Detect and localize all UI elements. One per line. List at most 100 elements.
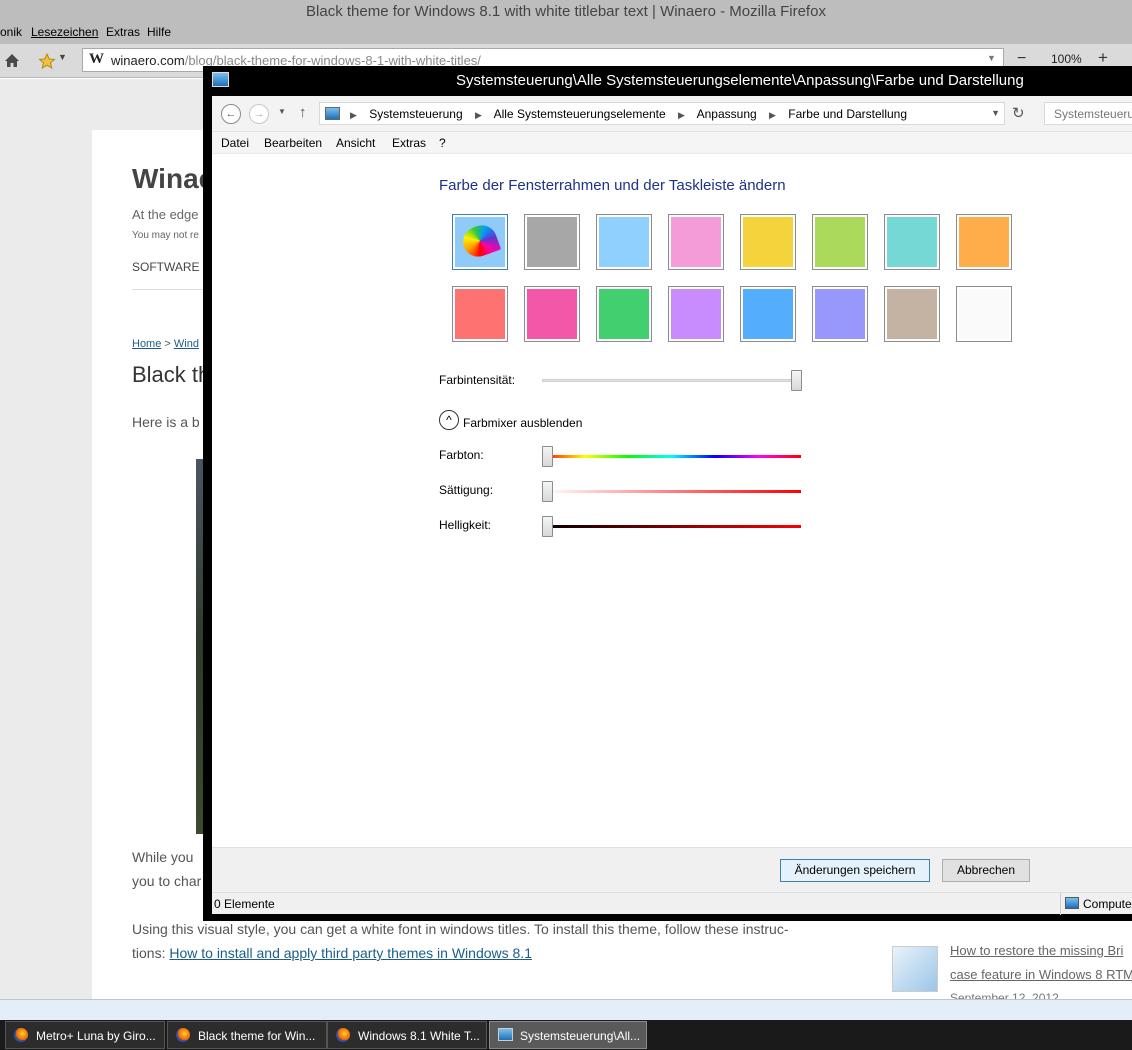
url-dropdown-icon[interactable]: ▼ xyxy=(987,53,996,63)
breadcrumb-arrow-icon[interactable]: ▶ xyxy=(475,110,482,120)
home-icon[interactable] xyxy=(4,53,20,68)
color-fan-icon xyxy=(458,221,502,261)
zoom-in-icon[interactable]: + xyxy=(1098,48,1108,68)
intensity-slider-track[interactable] xyxy=(542,379,800,382)
color-swatch[interactable] xyxy=(596,286,652,342)
color-swatch[interactable] xyxy=(884,214,940,270)
forward-button[interactable]: → xyxy=(249,104,269,124)
swatch-fill xyxy=(455,289,505,339)
breadcrumb-path[interactable]: ▶ Systemsteuerung ▶ Alle Systemsteuerung… xyxy=(319,102,1005,125)
chevron-up-icon[interactable]: ^ xyxy=(439,410,459,430)
taskbar-button-white-theme[interactable]: Windows 8.1 White T... xyxy=(327,1021,487,1049)
saturation-slider-thumb[interactable] xyxy=(542,481,553,502)
breadcrumb-farbe-darstellung[interactable]: Farbe und Darstellung xyxy=(788,107,907,121)
firefox-icon xyxy=(176,1028,190,1042)
button-bar: Änderungen speichern Abbrechen xyxy=(212,847,1132,892)
breadcrumb-arrow-icon[interactable]: ▶ xyxy=(678,110,685,120)
sidebar-link-line2[interactable]: case feature in Windows 8 RTM xyxy=(950,967,1132,982)
window-client-area: ← → ▼ ↑ ▶ Systemsteuerung ▶ Alle Systems… xyxy=(212,96,1132,915)
color-swatch[interactable] xyxy=(884,286,940,342)
menu-datei[interactable]: Datei xyxy=(221,136,249,150)
bookmark-star-icon[interactable] xyxy=(38,53,56,69)
color-swatch[interactable] xyxy=(812,286,868,342)
color-swatch[interactable] xyxy=(740,286,796,342)
color-swatch[interactable] xyxy=(668,286,724,342)
para2-line2: tions: How to install and apply third pa… xyxy=(132,945,532,961)
recent-locations-icon[interactable]: ▼ xyxy=(278,107,286,116)
firefox-icon xyxy=(14,1028,28,1042)
up-arrow-icon[interactable]: ↑ xyxy=(299,104,307,121)
breadcrumb-anpassung[interactable]: Anpassung xyxy=(697,107,757,121)
menu-help[interactable]: ? xyxy=(439,136,446,150)
taskbar-button-black-theme[interactable]: Black theme for Win... xyxy=(167,1021,327,1049)
control-panel-icon xyxy=(212,72,229,87)
breadcrumb-arrow-icon[interactable]: ▶ xyxy=(769,110,776,120)
firefox-window-title: Black theme for Windows 8.1 with white t… xyxy=(306,3,826,20)
item-count: 0 Elemente xyxy=(214,897,275,911)
taskbar-button-metro-luna[interactable]: Metro+ Luna by Giro... xyxy=(5,1021,165,1049)
menu-extras[interactable]: Extras xyxy=(392,136,426,150)
post-title: Black th xyxy=(132,362,211,387)
brightness-slider-track[interactable] xyxy=(542,525,801,528)
window-menubar: Datei Bearbeiten Ansicht Extras ? xyxy=(212,132,1132,154)
swatch-fill xyxy=(671,289,721,339)
saturation-slider-track[interactable] xyxy=(542,490,801,493)
menu-item-verlauf[interactable]: onik xyxy=(0,25,22,39)
save-button[interactable]: Änderungen speichern xyxy=(780,859,930,882)
color-swatch[interactable] xyxy=(956,214,1012,270)
refresh-icon[interactable]: ↻ xyxy=(1012,104,1025,122)
nav-software[interactable]: SOFTWARE xyxy=(132,260,200,274)
color-swatch[interactable] xyxy=(956,286,1012,342)
breadcrumb-windows[interactable]: Wind xyxy=(174,338,199,350)
chevron-down-icon[interactable]: ▼ xyxy=(58,52,67,62)
mixer-toggle-label[interactable]: Farbmixer ausblenden xyxy=(463,416,582,430)
breadcrumb-home[interactable]: Home xyxy=(132,338,161,350)
automatic-color-swatch[interactable] xyxy=(452,214,508,270)
color-swatch[interactable] xyxy=(452,286,508,342)
hue-label: Farbton: xyxy=(439,448,484,462)
control-panel-icon xyxy=(498,1028,513,1041)
sidebar-link-line1[interactable]: How to restore the missing Bri xyxy=(950,943,1123,958)
menu-item-lesezeichen[interactable]: Lesezeichen xyxy=(31,25,98,39)
install-themes-link[interactable]: How to install and apply third party the… xyxy=(169,945,532,961)
swatch-fill xyxy=(599,289,649,339)
menu-item-hilfe[interactable]: Hilfe xyxy=(147,25,171,39)
swatch-fill xyxy=(815,217,865,267)
back-button[interactable]: ← xyxy=(221,104,241,124)
breadcrumb-alle-elemente[interactable]: Alle Systemsteuerungselemente xyxy=(494,107,666,121)
firefox-menubar: onik Lesezeichen Extras Hilfe xyxy=(0,24,1132,44)
hue-slider-thumb[interactable] xyxy=(542,446,553,467)
color-swatch[interactable] xyxy=(524,286,580,342)
color-swatch[interactable] xyxy=(524,214,580,270)
site-title[interactable]: Winae xyxy=(132,163,214,195)
swatch-fill xyxy=(743,217,793,267)
breadcrumb-systemsteuerung[interactable]: Systemsteuerung xyxy=(369,107,462,121)
window-titlebar[interactable]: Systemsteuerung\Alle Systemsteuerungsele… xyxy=(203,66,1132,96)
taskbar-button-label: Metro+ Luna by Giro... xyxy=(36,1029,156,1043)
intensity-slider-thumb[interactable] xyxy=(791,370,802,391)
color-swatch[interactable] xyxy=(596,214,652,270)
menu-ansicht[interactable]: Ansicht xyxy=(336,136,375,150)
color-swatch[interactable] xyxy=(668,214,724,270)
menu-bearbeiten[interactable]: Bearbeiten xyxy=(264,136,322,150)
color-swatch[interactable] xyxy=(812,214,868,270)
menu-item-extras[interactable]: Extras xyxy=(106,25,140,39)
chevron-down-icon[interactable]: ▼ xyxy=(991,108,1000,118)
para1-line2: you to char xyxy=(132,873,202,889)
color-swatch[interactable] xyxy=(740,214,796,270)
hue-slider-track[interactable] xyxy=(542,455,801,458)
zoom-level[interactable]: 100% xyxy=(1051,52,1082,66)
taskbar-button-control-panel[interactable]: Systemsteuerung\All... xyxy=(489,1021,647,1049)
swatch-fill xyxy=(887,217,937,267)
breadcrumb-arrow-icon[interactable]: ▶ xyxy=(350,110,357,120)
search-input[interactable]: Systemsteueru xyxy=(1044,102,1132,125)
security-zone: Compute xyxy=(1083,897,1132,911)
cancel-button[interactable]: Abbrechen xyxy=(942,859,1030,882)
page-title: Farbe der Fensterrahmen und der Taskleis… xyxy=(439,177,786,194)
site-tagline: At the edge xyxy=(132,207,199,222)
brightness-slider-thumb[interactable] xyxy=(542,516,553,537)
taskbar: Metro+ Luna by Giro... Black theme for W… xyxy=(0,1020,1132,1050)
swatch-fill xyxy=(671,217,721,267)
swatch-fill xyxy=(527,289,577,339)
para1-line1: While you xyxy=(132,849,194,865)
